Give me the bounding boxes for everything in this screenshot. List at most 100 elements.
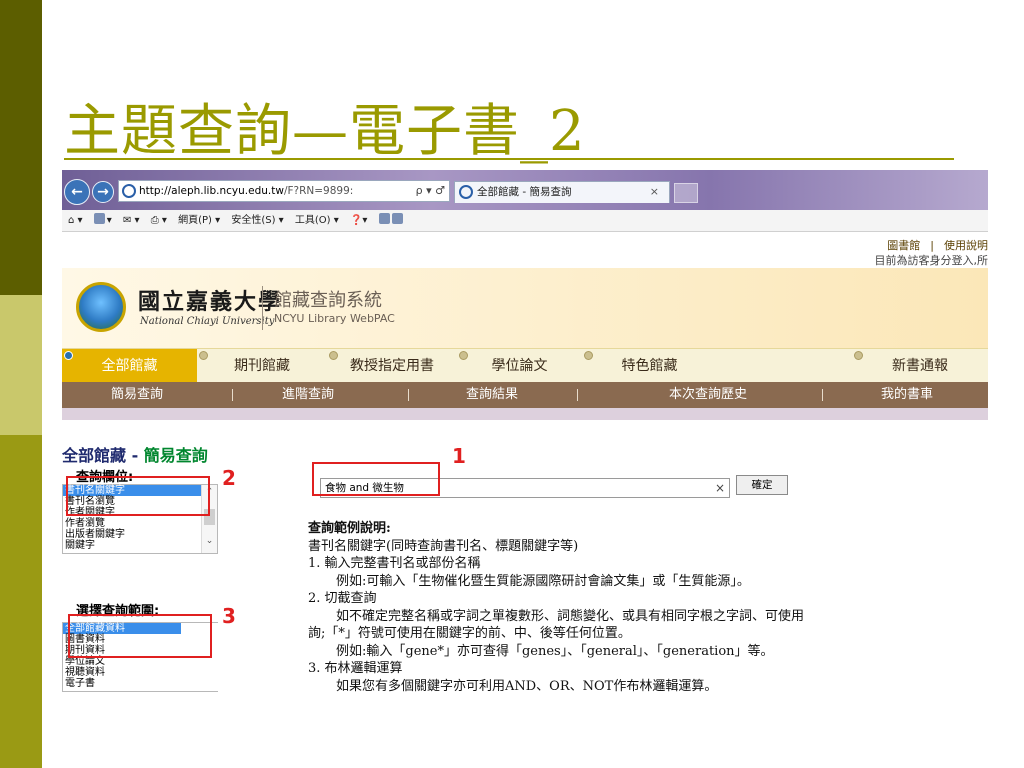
bullet-icon (854, 351, 863, 360)
subnav-results[interactable]: 查詢結果 (432, 382, 552, 408)
tab-label: 特色館藏 (621, 358, 678, 374)
bullet-icon (459, 351, 468, 360)
help-icon[interactable]: ❓▾ (350, 215, 367, 226)
help-line: 詢;「*」符號可使用在關鍵字的前、中、後等任何位置。 (308, 626, 631, 641)
banner-divider (262, 286, 263, 330)
url-path: /F?RN=9899: (283, 185, 354, 197)
mail-icon[interactable]: ✉ ▾ (123, 215, 140, 226)
site-banner: 國立嘉義大學 National Chiayi University 館藏查詢系統… (62, 268, 988, 348)
scope-option[interactable]: 視聽資料 (63, 667, 218, 678)
help-line: 2. 切截查詢 (308, 591, 377, 606)
back-button[interactable]: ← (64, 179, 90, 205)
divider (822, 389, 823, 401)
tab-label: 新書通報 (892, 358, 948, 374)
new-tab-button[interactable] (674, 183, 698, 203)
tab-theses[interactable]: 學位論文 (457, 349, 582, 383)
university-name-en: National Chiayi University (140, 316, 275, 327)
chevron-down-icon[interactable]: ⌄ (202, 536, 217, 547)
help-line: 3. 布林邏輯運算 (308, 661, 403, 676)
bullet-icon (584, 351, 593, 360)
help-line: 如果您有多個關鍵字亦可利用AND、OR、NOT作布林邏輯運算。 (336, 678, 718, 694)
subnav-advanced-search[interactable]: 進階查詢 (248, 382, 368, 408)
breadcrumb-main: 全部館藏 - (62, 446, 144, 465)
ie-logo-icon (459, 185, 473, 199)
slide-title: 主題查詢—電子書_2 (64, 99, 586, 164)
help-heading: 查詢範例說明: (308, 521, 391, 536)
feeds-icon[interactable]: ▾ (93, 213, 112, 226)
help-line: 例如:可輸入「生物催化暨生質能源國際研討會論文集」或「生質能源」。 (336, 573, 750, 589)
login-status: 目前為訪客身分登入,所 (874, 254, 989, 267)
home-icon[interactable]: ⌂ ▾ (68, 215, 83, 226)
field-option[interactable]: 作者瀏覽 (63, 518, 217, 529)
library-tabs: 全部館藏 期刊館藏 教授指定用書 學位論文 特色館藏 新書通報 (62, 348, 988, 383)
search-help: 查詢範例說明: 書刊名關鍵字(同時查詢書刊名、標題關鍵字等) 1. 輸入完整書刊… (308, 520, 988, 695)
browser-tab[interactable]: 全部館藏 - 簡易查詢 × (454, 181, 670, 203)
search-refresh-icons[interactable]: ρ ▾ ♂ (416, 181, 445, 201)
address-input[interactable]: http://aleph.lib.ncyu.edu.tw/F?RN=9899: … (118, 180, 450, 202)
divider (232, 389, 233, 401)
tab-label: 教授指定用書 (350, 358, 434, 374)
cmd-safety[interactable]: 安全性(S) ▾ (231, 215, 283, 226)
tab-label: 期刊館藏 (234, 358, 290, 374)
slide-accent-bar-bottom (0, 435, 42, 768)
ie-logo-icon (122, 184, 136, 198)
title-underline (64, 158, 954, 160)
help-line: 如不確定完整名稱或字詞之單複數形、詞態變化、或具有相同字根之字詞、可使用 (336, 608, 805, 624)
divider (408, 389, 409, 401)
divider (577, 389, 578, 401)
system-name-en: NCYU Library WebPAC (274, 312, 395, 325)
subnav-simple-search[interactable]: 簡易查詢 (82, 382, 192, 408)
help-line: 例如:輸入「gene*」亦可查得「genes」、「general」、「gener… (336, 643, 774, 659)
breadcrumb-sub: 簡易查詢 (143, 446, 208, 465)
clear-input-icon[interactable]: × (715, 478, 725, 498)
bullet-icon (64, 351, 73, 360)
url-host: http://aleph.lib.ncyu.edu.tw (139, 185, 284, 197)
addon-icon[interactable] (378, 213, 405, 226)
header-links: 圖書館 | 使用說明 目前為訪客身分登入,所 (874, 239, 989, 267)
close-icon[interactable]: × (650, 182, 659, 202)
annotation-number-3: 3 (222, 604, 236, 628)
sub-navigation: 簡易查詢 進階查詢 查詢結果 本次查詢歷史 我的書車 (62, 382, 988, 408)
slide-accent-bar-middle (0, 295, 42, 435)
annotation-number-1: 1 (452, 444, 466, 468)
confirm-button[interactable]: 確定 (736, 475, 788, 495)
annotation-box-3 (68, 614, 212, 658)
tab-title: 全部館藏 - 簡易查詢 (477, 186, 572, 198)
page-title: 全部館藏 - 簡易查詢 (62, 442, 208, 466)
help-link[interactable]: 使用說明 (944, 239, 988, 252)
tab-new-books[interactable]: 新書通報 (852, 349, 988, 383)
field-option[interactable]: 關鍵字 (63, 540, 217, 551)
subnav-history[interactable]: 本次查詢歷史 (628, 382, 788, 408)
annotation-box-2 (66, 476, 210, 516)
university-name-zh: 國立嘉義大學 (138, 289, 283, 315)
tab-course-reserves[interactable]: 教授指定用書 (327, 349, 457, 383)
tab-periodicals[interactable]: 期刊館藏 (197, 349, 327, 383)
university-logo (76, 282, 126, 332)
annotation-number-2: 2 (222, 466, 236, 490)
field-option[interactable]: 出版者關鍵字 (63, 529, 217, 540)
arrow-right-icon: → (97, 184, 109, 200)
browser-address-bar: ← → http://aleph.lib.ncyu.edu.tw/F?RN=98… (62, 170, 988, 210)
subnav-cart[interactable]: 我的書車 (852, 382, 962, 408)
tab-label: 學位論文 (491, 358, 548, 374)
print-icon[interactable]: ⎙ ▾ (151, 215, 167, 226)
tab-special-collections[interactable]: 特色館藏 (582, 349, 717, 383)
help-line: 書刊名關鍵字(同時查詢書刊名、標題關鍵字等) (308, 538, 579, 554)
system-name-zh: 館藏查詢系統 (274, 290, 382, 311)
tab-all-collections[interactable]: 全部館藏 (62, 349, 197, 383)
help-line: 1. 輸入完整書刊名或部份名稱 (308, 556, 481, 571)
separator-band (62, 408, 988, 420)
cmd-page[interactable]: 網頁(P) ▾ (178, 215, 220, 226)
tab-label: 全部館藏 (101, 358, 158, 374)
library-link[interactable]: 圖書館 (887, 239, 920, 252)
bullet-icon (329, 351, 338, 360)
command-bar: ⌂ ▾ ▾ ✉ ▾ ⎙ ▾ 網頁(P) ▾ 安全性(S) ▾ 工具(O) ▾ ❓… (62, 210, 988, 232)
annotation-box-1 (312, 462, 440, 496)
scope-option[interactable]: 電子書 (63, 678, 218, 689)
arrow-left-icon: ← (71, 184, 83, 200)
browser-screenshot: ← → http://aleph.lib.ncyu.edu.tw/F?RN=98… (62, 170, 988, 720)
bullet-icon (199, 351, 208, 360)
cmd-tools[interactable]: 工具(O) ▾ (295, 215, 339, 226)
slide-accent-bar-top (0, 0, 42, 295)
forward-button[interactable]: → (92, 181, 114, 203)
